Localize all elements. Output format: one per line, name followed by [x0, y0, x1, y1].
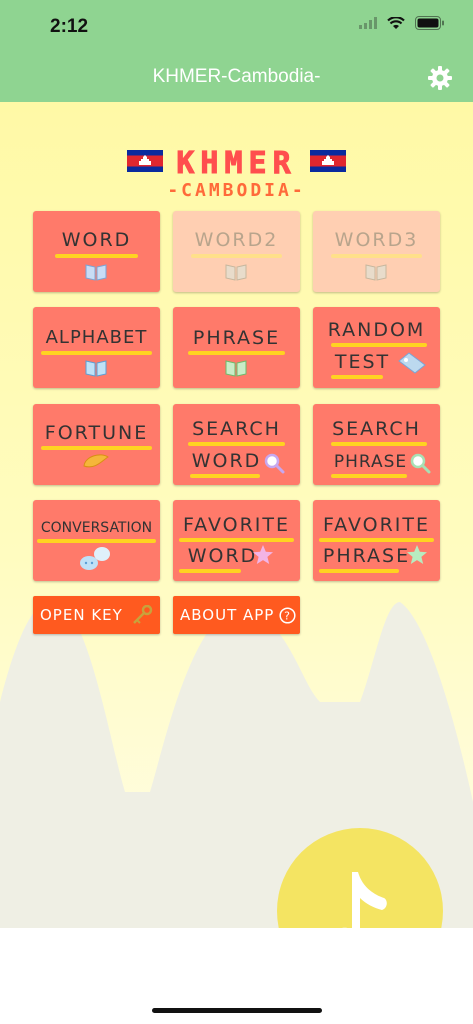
phrase-label: PHRASE — [192, 327, 281, 349]
battery-icon — [415, 16, 444, 30]
wifi-icon — [387, 16, 405, 29]
star-icon — [407, 545, 427, 564]
phrase-button[interactable]: PHRASE — [173, 307, 300, 388]
underline — [41, 351, 152, 355]
underline — [331, 375, 383, 379]
word-label: WORD — [61, 229, 132, 251]
underline — [331, 474, 407, 478]
underline — [179, 538, 294, 542]
underline — [331, 343, 427, 347]
app-logo: KHMER -CAMBODIA- — [0, 146, 473, 206]
about-app-label: ABOUT APP — [180, 606, 275, 624]
nav-bar: KHMER-Cambodia- — [0, 56, 473, 102]
status-bar: 2:12 — [0, 0, 473, 56]
speech-bubbles-icon — [80, 547, 110, 570]
book-icon — [365, 264, 387, 281]
music-note-icon — [342, 872, 387, 928]
search-icon — [264, 453, 285, 474]
conversation-label: CONVERSATION — [40, 520, 153, 536]
underline — [188, 442, 285, 446]
status-time: 2:12 — [50, 16, 89, 37]
signal-icon — [359, 17, 377, 29]
star-icon — [253, 545, 273, 564]
word2-button[interactable]: WORD2 — [173, 211, 300, 292]
favorite-word-label-1: FAVORITE — [182, 514, 290, 536]
favorite-word-button[interactable]: FAVORITE WORD — [173, 500, 300, 581]
open-key-button[interactable]: OPEN KEY — [33, 596, 160, 634]
favorite-phrase-button[interactable]: FAVORITE PHRASE — [313, 500, 440, 581]
tag-icon — [398, 352, 426, 374]
home-indicator[interactable] — [152, 1008, 322, 1013]
random-label: RANDOM — [327, 319, 426, 341]
book-icon — [225, 264, 247, 281]
book-icon — [85, 360, 107, 377]
search-phrase-button[interactable]: SEARCH PHRASE — [313, 404, 440, 485]
search-word-label-1: SEARCH — [192, 418, 281, 440]
underline — [331, 442, 427, 446]
favorite-word-label-2: WORD — [187, 545, 258, 567]
underline — [319, 569, 399, 573]
cambodia-flag-icon — [310, 150, 346, 172]
favorite-phrase-label-1: FAVORITE — [322, 514, 430, 536]
gear-icon[interactable] — [427, 65, 453, 91]
underline — [188, 351, 285, 355]
logo-title: KHMER — [176, 146, 297, 182]
fortune-cookie-icon — [83, 454, 109, 468]
word2-label: WORD2 — [194, 229, 279, 251]
svg-text:?: ? — [284, 610, 291, 623]
main-content: KHMER -CAMBODIA- WORD WORD2 WORD3 ALPHAB… — [0, 102, 473, 928]
underline — [190, 474, 260, 478]
word3-button[interactable]: WORD3 — [313, 211, 440, 292]
search-word-button[interactable]: SEARCH WORD — [173, 404, 300, 485]
search-icon — [410, 453, 431, 474]
key-icon — [133, 605, 153, 624]
underline — [331, 254, 422, 258]
underline — [41, 446, 152, 450]
word-button[interactable]: WORD — [33, 211, 160, 292]
word3-label: WORD3 — [334, 229, 419, 251]
book-icon — [225, 360, 247, 377]
about-app-button[interactable]: ABOUT APP ? — [173, 596, 300, 634]
random-test-button[interactable]: RANDOM TEST — [313, 307, 440, 388]
search-phrase-label-1: SEARCH — [332, 418, 421, 440]
underline — [191, 254, 282, 258]
underline — [179, 569, 241, 573]
logo-subtitle: -CAMBODIA- — [167, 180, 306, 201]
underline — [37, 539, 156, 543]
conversation-button[interactable]: CONVERSATION — [33, 500, 160, 581]
underline — [55, 254, 138, 258]
status-icons — [359, 16, 445, 30]
alphabet-label: ALPHABET — [45, 327, 148, 348]
nav-title: KHMER-Cambodia- — [152, 66, 321, 87]
underline — [319, 538, 434, 542]
alphabet-button[interactable]: ALPHABET — [33, 307, 160, 388]
question-icon: ? — [279, 607, 296, 624]
open-key-label: OPEN KEY — [40, 606, 123, 624]
book-icon — [85, 264, 107, 281]
fortune-button[interactable]: FORTUNE — [33, 404, 160, 485]
fortune-label: FORTUNE — [44, 422, 149, 444]
